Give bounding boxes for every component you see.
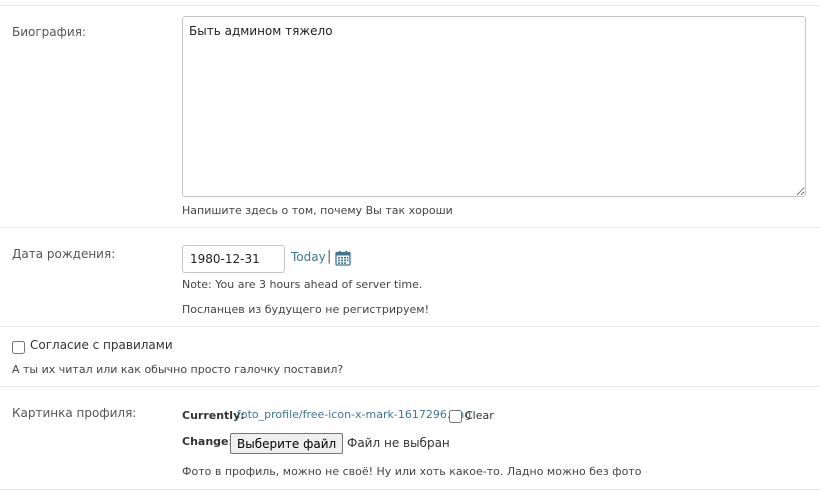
agreement-label[interactable]: Согласие с правилами — [30, 338, 173, 352]
clear-label[interactable]: Clear — [465, 409, 494, 422]
birth-date-label: Дата рождения: — [12, 247, 116, 261]
birth-date-input[interactable] — [182, 245, 285, 273]
biography-textarea[interactable]: Быть админом тяжело — [182, 16, 806, 197]
current-file-link[interactable]: foto_profile/free-icon-x-mark-1617296.pn… — [237, 408, 471, 421]
row-divider — [0, 326, 820, 327]
row-divider — [0, 5, 820, 6]
birth-date-help-text: Посланцев из будущего не регистрируем! — [182, 303, 429, 316]
calendar-icon[interactable] — [335, 250, 351, 266]
profile-picture-label: Картинка профиля: — [12, 406, 137, 420]
row-divider — [0, 386, 820, 387]
biography-help-text: Напишите здесь о том, почему Вы так хоро… — [182, 204, 453, 217]
today-link[interactable]: Today — [291, 250, 326, 264]
row-divider — [0, 227, 820, 228]
row-divider — [0, 489, 820, 490]
currently-label: Currently: — [182, 409, 245, 422]
choose-file-button[interactable]: Выберите файл — [230, 433, 344, 454]
profile-picture-help-text: Фото в профиль, можно не своё! Ну или хо… — [182, 465, 642, 478]
biography-label: Биография: — [12, 25, 86, 39]
timezone-note: Note: You are 3 hours ahead of server ti… — [182, 278, 423, 291]
agreement-checkbox[interactable] — [12, 341, 25, 354]
no-file-text: Файл не выбран — [347, 436, 450, 450]
change-label: Change: — [182, 435, 233, 448]
agreement-help-text: А ты их читал или как обычно просто гало… — [12, 363, 344, 376]
clear-checkbox[interactable] — [449, 410, 462, 423]
link-separator: | — [327, 249, 332, 264]
